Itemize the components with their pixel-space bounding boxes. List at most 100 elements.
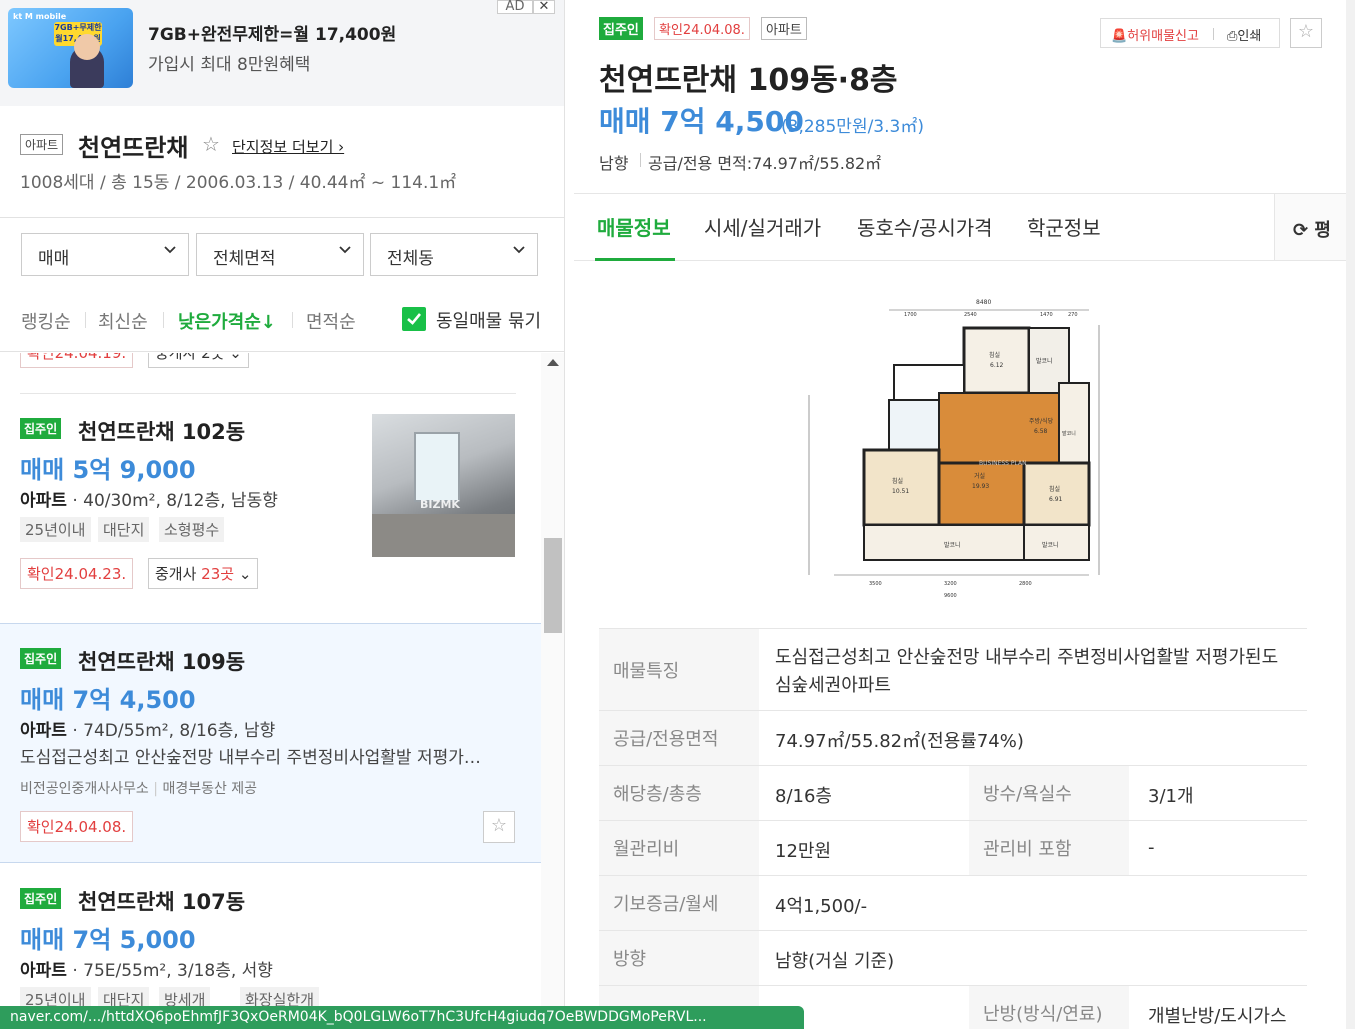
- scroll-thumb[interactable]: [544, 538, 562, 633]
- detail-unit-price: (3,285만원/3.3㎡): [781, 117, 924, 137]
- complex-header: 아파트 천연뜨란채 ☆ 단지정보 더보기 › 1008세대 / 총 15동 / …: [0, 106, 564, 218]
- agent-count-button[interactable]: 중개사 2곳 ⌄: [148, 353, 249, 368]
- room-label: 침실: [1049, 485, 1060, 493]
- deposit-label: 기보증금/월세: [599, 876, 759, 930]
- mgmt-fee-value: 12만원: [775, 841, 832, 862]
- print-icon: ⎙: [1227, 29, 1238, 44]
- scroll-up-icon[interactable]: [547, 359, 559, 366]
- confirm-date-badge: 확인24.04.23.: [20, 558, 134, 589]
- trade-type-select[interactable]: 매매: [21, 233, 189, 276]
- agent-count-button[interactable]: 중개사 23곳 ⌄: [148, 558, 259, 589]
- listing-panel: kt M mobile 7GB+무제한 월17,400원 7GB+완전무제한=월…: [0, 0, 565, 1029]
- direction-value: 남향(거실 기준): [775, 951, 895, 972]
- detail-actions: 🚨허위매물신고 ⎙인쇄: [1100, 18, 1280, 48]
- tab-school-district[interactable]: 학군정보: [1027, 212, 1101, 241]
- tab-price-trades[interactable]: 시세/실거래가: [704, 212, 821, 241]
- ad-banner[interactable]: kt M mobile 7GB+무제한 월17,400원 7GB+완전무제한=월…: [0, 0, 564, 106]
- favorite-star-icon[interactable]: ☆: [202, 132, 220, 156]
- sort-ranking[interactable]: 랭킹순: [21, 308, 71, 334]
- deposit-value: 4억1,500/-: [775, 896, 868, 917]
- detail-panel: 집주인 확인24.04.08. 아파트 🚨허위매물신고 ⎙인쇄 ☆ 천연뜨란채 …: [574, 0, 1355, 1029]
- listing-type: 아파트: [20, 491, 67, 511]
- room-label: 발코니: [1062, 430, 1076, 437]
- listing-spec: 아파트 · 75E/55m², 3/18층, 서향: [20, 956, 273, 981]
- dim-label: 3500: [869, 581, 882, 587]
- room-label: 발코니: [1042, 541, 1059, 549]
- list-item[interactable]: 집주인 천연뜨란채 107동 매매 7억 5,000 아파트 · 75E/55m…: [0, 864, 541, 1029]
- agent-count-label: 중개사 2곳: [155, 353, 225, 362]
- siren-icon: 🚨: [1111, 29, 1128, 44]
- trade-type-value: 매매: [38, 249, 70, 269]
- sort-latest[interactable]: 최신순: [98, 308, 148, 334]
- list-item-selected[interactable]: 집주인 천연뜨란채 109동 매매 7억 4,500 아파트 · 74D/55m…: [0, 623, 541, 863]
- confirm-date-badge: 확인24.04.19.: [20, 353, 134, 368]
- print-button[interactable]: ⎙인쇄: [1227, 25, 1261, 44]
- room-size: 6.58: [1034, 428, 1048, 435]
- photo-watermark: BIZMK: [420, 498, 460, 511]
- sort-divider: [292, 312, 293, 328]
- detail-tabs: 매물정보 시세/실거래가 동호수/공시가격 학군정보 ⟳ 평: [574, 193, 1355, 261]
- area-value: 전체면적: [213, 249, 276, 269]
- ad-title[interactable]: 7GB+완전무제한=월 17,400원: [148, 20, 396, 45]
- room-label: 거실: [974, 472, 985, 480]
- pyeong-toggle-button[interactable]: ⟳ 평: [1274, 194, 1355, 260]
- report-false-listing-button[interactable]: 🚨허위매물신고: [1111, 25, 1199, 44]
- listing-title[interactable]: 천연뜨란채 107동: [78, 886, 245, 916]
- chevron-down-icon: [339, 246, 351, 254]
- ad-close-icon[interactable]: ✕: [533, 0, 555, 14]
- dong-select[interactable]: 전체동: [370, 233, 538, 276]
- favorite-star-icon[interactable]: ☆: [483, 811, 515, 843]
- listing-price: 매매 7억 5,000: [20, 926, 196, 954]
- group-same-listings-label[interactable]: 동일매물 묶기: [436, 307, 541, 333]
- ad-subtitle[interactable]: 가입시 최대 8만원혜택: [148, 50, 310, 75]
- tab-listing-info[interactable]: 매물정보: [597, 212, 671, 241]
- room-label: 발코니: [1036, 357, 1053, 365]
- dim-label: 3200: [944, 581, 957, 587]
- complex-meta: 1008세대 / 총 15동 / 2006.03.13 / 40.44㎡ ~ 1…: [20, 173, 457, 193]
- heating-value: 개별난방/도시가스: [1148, 1006, 1287, 1027]
- listing-list: 확인24.04.19. 중개사 2곳 ⌄ 집주인 천연뜨란채 102동 매매 5…: [0, 353, 541, 1029]
- bedroom-top: [962, 326, 1031, 395]
- ad-label: AD: [497, 0, 533, 14]
- tab-unit-official-price[interactable]: 동호수/공시가격: [857, 212, 993, 241]
- complex-type-tag: 아파트: [20, 134, 64, 155]
- agent-count: 23곳: [201, 565, 235, 583]
- listing-source: 비전공인중개사사무소 | 매경부동산 제공: [20, 781, 258, 797]
- feature-chip: 25년이내: [20, 517, 91, 542]
- listing-spec: 아파트 · 74D/55m², 8/16층, 남향: [20, 716, 275, 741]
- ad-image[interactable]: kt M mobile 7GB+무제한 월17,400원: [8, 8, 133, 88]
- photo-window: [414, 432, 460, 502]
- listing-title[interactable]: 천연뜨란채 102동: [78, 416, 245, 446]
- area-select[interactable]: 전체면적: [196, 233, 364, 276]
- confirm-date-badge: 확인24.04.08.: [654, 17, 750, 40]
- room-size: 10.51: [892, 488, 909, 495]
- group-same-listings-checkbox[interactable]: [402, 307, 426, 331]
- feature-chip: 대단지: [98, 517, 150, 542]
- list-item[interactable]: 집주인 천연뜨란채 102동 매매 5억 9,000 아파트 · 40/30m²…: [0, 394, 541, 623]
- confirm-date-badge: 확인24.04.08.: [20, 811, 134, 842]
- sort-low-price[interactable]: 낮은가격순↓: [178, 308, 276, 334]
- info-row-floor: 해당층/총층 8/16층 방수/욕실수 3/1개: [599, 765, 1307, 820]
- floor-plan-image[interactable]: 8480 1700 2540 1470 270 침실 6.12 발코니 주방/식…: [804, 295, 1114, 605]
- info-row-area: 공급/전용면적 74.97㎡/55.82㎡(전용률74%): [599, 710, 1307, 765]
- owner-tag: 집주인: [20, 648, 62, 669]
- list-scrollbar[interactable]: [541, 353, 564, 1029]
- mgmt-fee-label: 월관리비: [599, 821, 759, 875]
- features-line2: 심숲세권아파트: [775, 675, 891, 696]
- complex-info-more-link[interactable]: 단지정보 더보기 ›: [232, 136, 344, 157]
- dim-label: 2540: [964, 312, 977, 318]
- chevron-down-icon: [164, 246, 176, 254]
- listing-price: 매매 7억 4,500: [20, 686, 196, 714]
- list-item[interactable]: 확인24.04.19. 중개사 2곳 ⌄: [0, 353, 541, 383]
- sort-area[interactable]: 면적순: [306, 308, 356, 334]
- agent-label: 중개사: [155, 565, 202, 583]
- favorite-star-icon[interactable]: ☆: [1290, 18, 1322, 48]
- info-row-mgmt: 월관리비 12만원 관리비 포함 -: [599, 820, 1307, 875]
- complex-name: 천연뜨란채: [78, 134, 189, 162]
- listing-title[interactable]: 천연뜨란채 109동: [78, 646, 245, 676]
- listing-type: 아파트: [20, 961, 67, 981]
- detail-title: 천연뜨란채 109동·8층: [599, 63, 898, 98]
- listing-photo[interactable]: BIZMK: [372, 414, 515, 557]
- detail-scrollbar[interactable]: [1346, 0, 1355, 1029]
- detail-price: 매매 7억 4,500: [599, 105, 804, 138]
